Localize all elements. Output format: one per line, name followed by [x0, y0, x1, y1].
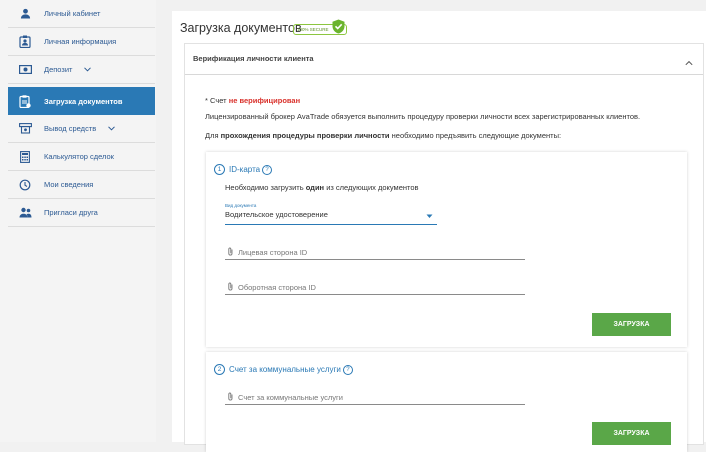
info-text: Лицензированный брокер AvaTrade обязуетс… [205, 112, 641, 121]
sidebar: Личный кабинет Личная информация Депозит… [0, 0, 156, 442]
sidebar-item-invite-friend[interactable]: Пригласи друга [8, 199, 155, 227]
sidebar-item-label: Депозит [44, 65, 73, 74]
upload-placeholder: Лицевая сторона ID [238, 247, 308, 257]
need-text-bold: один [305, 183, 325, 192]
utility-bill-upload-field[interactable]: Счет за коммунальные услуги [225, 390, 525, 405]
id-back-upload-field[interactable]: Оборотная сторона ID [225, 280, 525, 295]
section-title-text: ID-карта [229, 165, 261, 174]
card-header-title: Верификация личности клиента [193, 54, 314, 63]
paperclip-icon [227, 247, 234, 258]
calculator-icon [18, 150, 32, 164]
id-card-icon [18, 35, 32, 49]
step-number: 2 [214, 364, 225, 375]
id-front-upload-field[interactable]: Лицевая сторона ID [225, 245, 525, 260]
id-card-section-title: 1 ID-карта ? [214, 164, 273, 175]
required-docs-text: Для прохождения процедуры проверки лично… [205, 131, 561, 140]
need-text-part: Необходимо загрузить [225, 183, 304, 192]
sidebar-item-label: Калькулятор сделок [44, 152, 114, 161]
money-icon [18, 63, 32, 77]
id-upload-button[interactable]: ЗАГРУЗКА [592, 313, 671, 336]
id-card-section: 1 ID-карта ? Необходимо загрузить один и… [206, 152, 687, 347]
sidebar-item-my-info[interactable]: Мои сведения [8, 171, 155, 199]
need-text-part: из следующих документов [326, 183, 419, 192]
withdraw-icon [18, 122, 32, 136]
invite-friends-icon [18, 206, 32, 220]
sidebar-item-label: Вывод средств [44, 124, 97, 133]
sidebar-item-label: Личный кабинет [44, 9, 101, 18]
sidebar-item-account[interactable]: Личный кабинет [8, 0, 155, 28]
sidebar-item-deposit[interactable]: Депозит [8, 56, 155, 84]
dropdown-arrow-icon [426, 212, 433, 221]
page-title: Загрузка документов [180, 21, 302, 35]
info-text-part: Для [205, 131, 219, 140]
sidebar-item-personal-info[interactable]: Личная информация [8, 28, 155, 56]
upload-placeholder: Оборотная сторона ID [238, 282, 316, 292]
need-text: Необходимо загрузить один из следующих д… [225, 183, 419, 192]
sidebar-item-label: Мои сведения [44, 180, 94, 189]
step-number: 1 [214, 164, 225, 175]
chevron-down-icon [108, 124, 116, 133]
paperclip-icon [227, 282, 234, 293]
sidebar-item-document-upload[interactable]: Загрузка документов [8, 87, 155, 115]
sidebar-item-label: Пригласи друга [44, 208, 98, 217]
user-icon [18, 7, 32, 21]
verification-card: Верификация личности клиента * Счет не в… [184, 43, 704, 452]
status-value: не верифицирован [228, 96, 301, 105]
chevron-down-icon [84, 65, 92, 74]
card-header[interactable]: Верификация личности клиента [185, 44, 703, 75]
help-icon[interactable]: ? [262, 164, 273, 175]
sidebar-item-withdraw[interactable]: Вывод средств [8, 115, 155, 143]
info-text-bold: прохождения процедуры проверки личности [220, 131, 390, 140]
upload-placeholder: Счет за коммунальные услуги [238, 392, 343, 402]
shield-check-icon [332, 19, 345, 39]
chevron-up-icon[interactable] [685, 53, 693, 71]
doc-type-select[interactable]: Водительское удостоверение [225, 210, 437, 225]
sidebar-item-label: Личная информация [44, 37, 117, 46]
doc-type-label: Вид документа [225, 203, 257, 208]
document-upload-icon [18, 94, 32, 108]
status-prefix: * Счет [205, 96, 227, 105]
sidebar-item-label: Загрузка документов [44, 96, 123, 106]
doc-type-value: Водительское удостоверение [225, 210, 328, 219]
main-panel: Загрузка документов 100% SECURE Верифика… [172, 11, 706, 452]
sidebar-item-trade-calculator[interactable]: Калькулятор сделок [8, 143, 155, 171]
utility-bill-section-title: 2 Счет за коммунальные услуги ? [214, 364, 353, 375]
section-title-text: Счет за коммунальные услуги [229, 365, 341, 374]
paperclip-icon [227, 392, 234, 403]
history-icon [18, 178, 32, 192]
utility-bill-section: 2 Счет за коммунальные услуги ? Счет за … [206, 352, 687, 452]
account-status: * Счет не верифицирован [205, 96, 300, 105]
help-icon[interactable]: ? [342, 364, 353, 375]
info-text-part: необходимо предъявить следующие документ… [391, 131, 562, 140]
